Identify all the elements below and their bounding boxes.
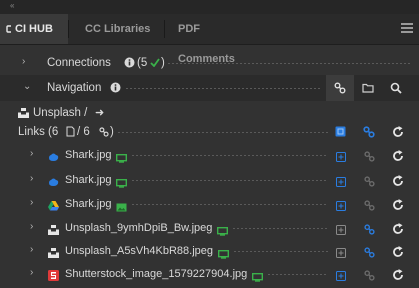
info-icon[interactable] <box>110 82 121 93</box>
refresh-icon[interactable] <box>392 126 404 138</box>
collapse-panel-icon[interactable]: « <box>10 1 15 10</box>
refresh-icon[interactable] <box>392 245 404 263</box>
navigation-label: Navigation <box>47 82 102 94</box>
refresh-icon[interactable] <box>392 222 404 240</box>
link-icon[interactable] <box>364 174 375 192</box>
refresh-icon[interactable] <box>392 268 404 286</box>
connections-label: Connections <box>47 57 111 69</box>
row-dots <box>268 274 328 275</box>
hamburger-menu-icon[interactable] <box>401 23 413 35</box>
tab-cc-libraries[interactable]: CC Libraries <box>75 14 161 44</box>
refresh-icon[interactable] <box>392 149 404 167</box>
arrow-right-icon[interactable]: ➜ <box>95 106 104 120</box>
link-row[interactable]: › Shark.jpg <box>0 194 419 218</box>
google-drive-icon <box>48 198 59 216</box>
unsplash-icon <box>48 222 59 240</box>
search-icon[interactable] <box>390 82 402 94</box>
refresh-icon[interactable] <box>392 174 404 192</box>
select-all-icon[interactable] <box>335 126 346 137</box>
links-close-paren: ) <box>110 126 114 138</box>
link-row[interactable]: › Shutterstock_image_1579227904.jpg <box>0 264 419 288</box>
section-dots <box>126 88 322 89</box>
link-toggle-button[interactable] <box>326 75 354 101</box>
tab-pdf-comments[interactable]: PDF Comments <box>168 14 264 65</box>
chevron-right-icon[interactable]: › <box>30 148 33 159</box>
unsplash-icon <box>18 108 29 118</box>
section-dots <box>168 63 411 64</box>
sync-status-icon <box>217 246 230 264</box>
tab-divider <box>164 20 165 38</box>
ci-hub-logo-icon <box>6 25 11 33</box>
tab-ci-hub-label: CI HUB <box>15 23 53 35</box>
link-icon[interactable] <box>364 245 375 263</box>
connections-row[interactable]: › Connections (5 ) <box>0 51 419 75</box>
link-filename[interactable]: Shark.jpg <box>65 173 111 187</box>
link-icon <box>334 82 346 94</box>
folder-icon[interactable] <box>362 83 374 93</box>
link-row[interactable]: › Shark.jpg <box>0 145 419 169</box>
sync-status-icon <box>252 269 264 287</box>
place-icon[interactable] <box>336 245 346 263</box>
tab-cc-libraries-label: CC Libraries <box>85 23 151 35</box>
link-filename[interactable]: Shark.jpg <box>65 197 111 211</box>
green-check-icon <box>150 58 160 67</box>
chevron-down-icon[interactable]: ⌄ <box>23 81 31 92</box>
row-dots <box>132 180 328 181</box>
link-icon <box>99 127 109 137</box>
place-icon[interactable] <box>336 149 346 167</box>
links-total: / 6 <box>77 126 90 138</box>
link-icon[interactable] <box>364 222 375 240</box>
connections-count: (5 <box>137 57 148 69</box>
breadcrumb-path[interactable]: Unsplash / <box>33 106 87 120</box>
unsplash-icon <box>48 245 59 263</box>
row-dots <box>234 251 328 252</box>
shutterstock-icon <box>48 268 59 286</box>
chevron-right-icon[interactable]: › <box>30 197 33 208</box>
link-filename[interactable]: Shutterstock_image_1579227904.jpg <box>65 267 247 281</box>
chevron-right-icon[interactable]: › <box>30 173 33 184</box>
info-icon[interactable] <box>124 57 135 68</box>
sync-status-icon <box>116 150 128 168</box>
blue-cloud-icon <box>48 174 59 192</box>
row-dots <box>132 204 328 205</box>
tab-ci-hub[interactable]: CI HUB <box>0 14 68 44</box>
sync-status-icon <box>116 199 127 217</box>
sync-status-icon <box>217 223 229 241</box>
document-icon <box>66 126 75 137</box>
link-icon[interactable] <box>364 149 375 167</box>
tab-bar: CI HUB CC Libraries PDF Comments <box>0 14 419 65</box>
sync-status-icon <box>116 175 128 193</box>
link-row[interactable]: › Unsplash_A5sVh4KbR88.jpeg <box>0 241 419 265</box>
refresh-icon[interactable] <box>392 198 404 216</box>
chevron-right-icon[interactable]: › <box>30 267 33 278</box>
place-icon[interactable] <box>336 174 346 192</box>
tab-divider <box>68 20 69 38</box>
link-filename[interactable]: Shark.jpg <box>65 148 111 162</box>
place-icon[interactable] <box>336 268 346 286</box>
chevron-right-icon[interactable]: › <box>30 221 33 232</box>
link-row[interactable]: › Shark.jpg <box>0 170 419 194</box>
place-icon[interactable] <box>336 198 346 216</box>
link-filename[interactable]: Unsplash_9ymhDpiB_Bw.jpeg <box>65 221 212 235</box>
connections-close-paren: ) <box>161 57 165 69</box>
navigation-row[interactable]: ⌄ Navigation <box>0 75 419 101</box>
row-dots <box>132 155 328 156</box>
link-icon[interactable] <box>364 198 375 216</box>
links-count-label: Links (6 <box>18 126 59 138</box>
link-row[interactable]: › Unsplash_9ymhDpiB_Bw.jpeg <box>0 218 419 242</box>
link-icon[interactable] <box>363 126 375 138</box>
link-filename[interactable]: Unsplash_A5sVh4KbR88.jpeg <box>65 244 213 258</box>
chevron-right-icon[interactable]: › <box>22 56 25 67</box>
place-icon[interactable] <box>336 222 346 240</box>
link-icon[interactable] <box>364 268 375 286</box>
row-dots <box>233 228 328 229</box>
chevron-right-icon[interactable]: › <box>30 244 33 255</box>
panel-top-strip: « <box>0 0 419 15</box>
blue-cloud-icon <box>48 149 59 167</box>
links-summary-row: Links (6 / 6 ) <box>0 121 419 145</box>
section-dots <box>118 132 328 133</box>
